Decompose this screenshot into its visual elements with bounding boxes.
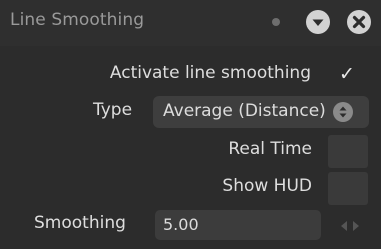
close-icon — [352, 15, 366, 29]
panel-titlebar[interactable]: Line Smoothing — [0, 0, 381, 46]
close-button[interactable] — [347, 10, 371, 34]
real-time-checkbox[interactable] — [328, 135, 368, 168]
collapse-button[interactable] — [306, 10, 330, 34]
dropdown-arrows-icon — [333, 102, 353, 122]
dot-icon — [272, 18, 280, 26]
value-stepper-icon[interactable] — [338, 218, 362, 234]
type-label: Type — [93, 100, 133, 120]
show-hud-checkbox[interactable] — [328, 172, 368, 205]
panel-title: Line Smoothing — [10, 10, 145, 30]
activate-line-smoothing-label: Activate line smoothing — [109, 63, 311, 83]
smoothing-label: Smoothing — [34, 213, 126, 233]
chevron-down-icon — [312, 19, 324, 26]
type-dropdown[interactable]: Average (Distance) — [153, 96, 369, 128]
real-time-label: Real Time — [228, 139, 312, 159]
smoothing-input[interactable]: 5.00 — [155, 210, 321, 240]
line-smoothing-panel: Line Smoothing Activate line smoothing ✓… — [0, 0, 381, 249]
smoothing-value: 5.00 — [163, 215, 199, 234]
show-hud-label: Show HUD — [222, 176, 312, 196]
type-dropdown-value: Average (Distance) — [163, 101, 326, 121]
activate-line-smoothing-checkbox[interactable]: ✓ — [339, 63, 355, 85]
